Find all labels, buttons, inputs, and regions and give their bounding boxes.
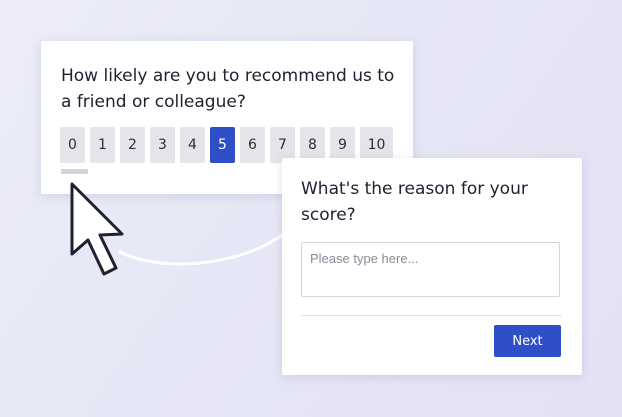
divider <box>301 315 562 316</box>
score-button-4[interactable]: 4 <box>180 127 205 163</box>
score-button-2[interactable]: 2 <box>120 127 145 163</box>
score-button-6[interactable]: 6 <box>240 127 265 163</box>
score-button-3[interactable]: 3 <box>150 127 175 163</box>
score-button-1[interactable]: 1 <box>90 127 115 163</box>
nps-question: How likely are you to recommend us to a … <box>61 66 395 112</box>
next-button[interactable]: Next <box>494 325 561 357</box>
reason-card: What's the reason for your score? Next <box>282 158 582 375</box>
reason-question: What's the reason for your score? <box>301 179 528 225</box>
mouse-pointer-icon <box>70 182 124 276</box>
hover-indicator <box>61 169 88 174</box>
score-button-0[interactable]: 0 <box>60 127 85 163</box>
score-button-5[interactable]: 5 <box>210 127 235 163</box>
reason-input[interactable] <box>301 242 560 297</box>
